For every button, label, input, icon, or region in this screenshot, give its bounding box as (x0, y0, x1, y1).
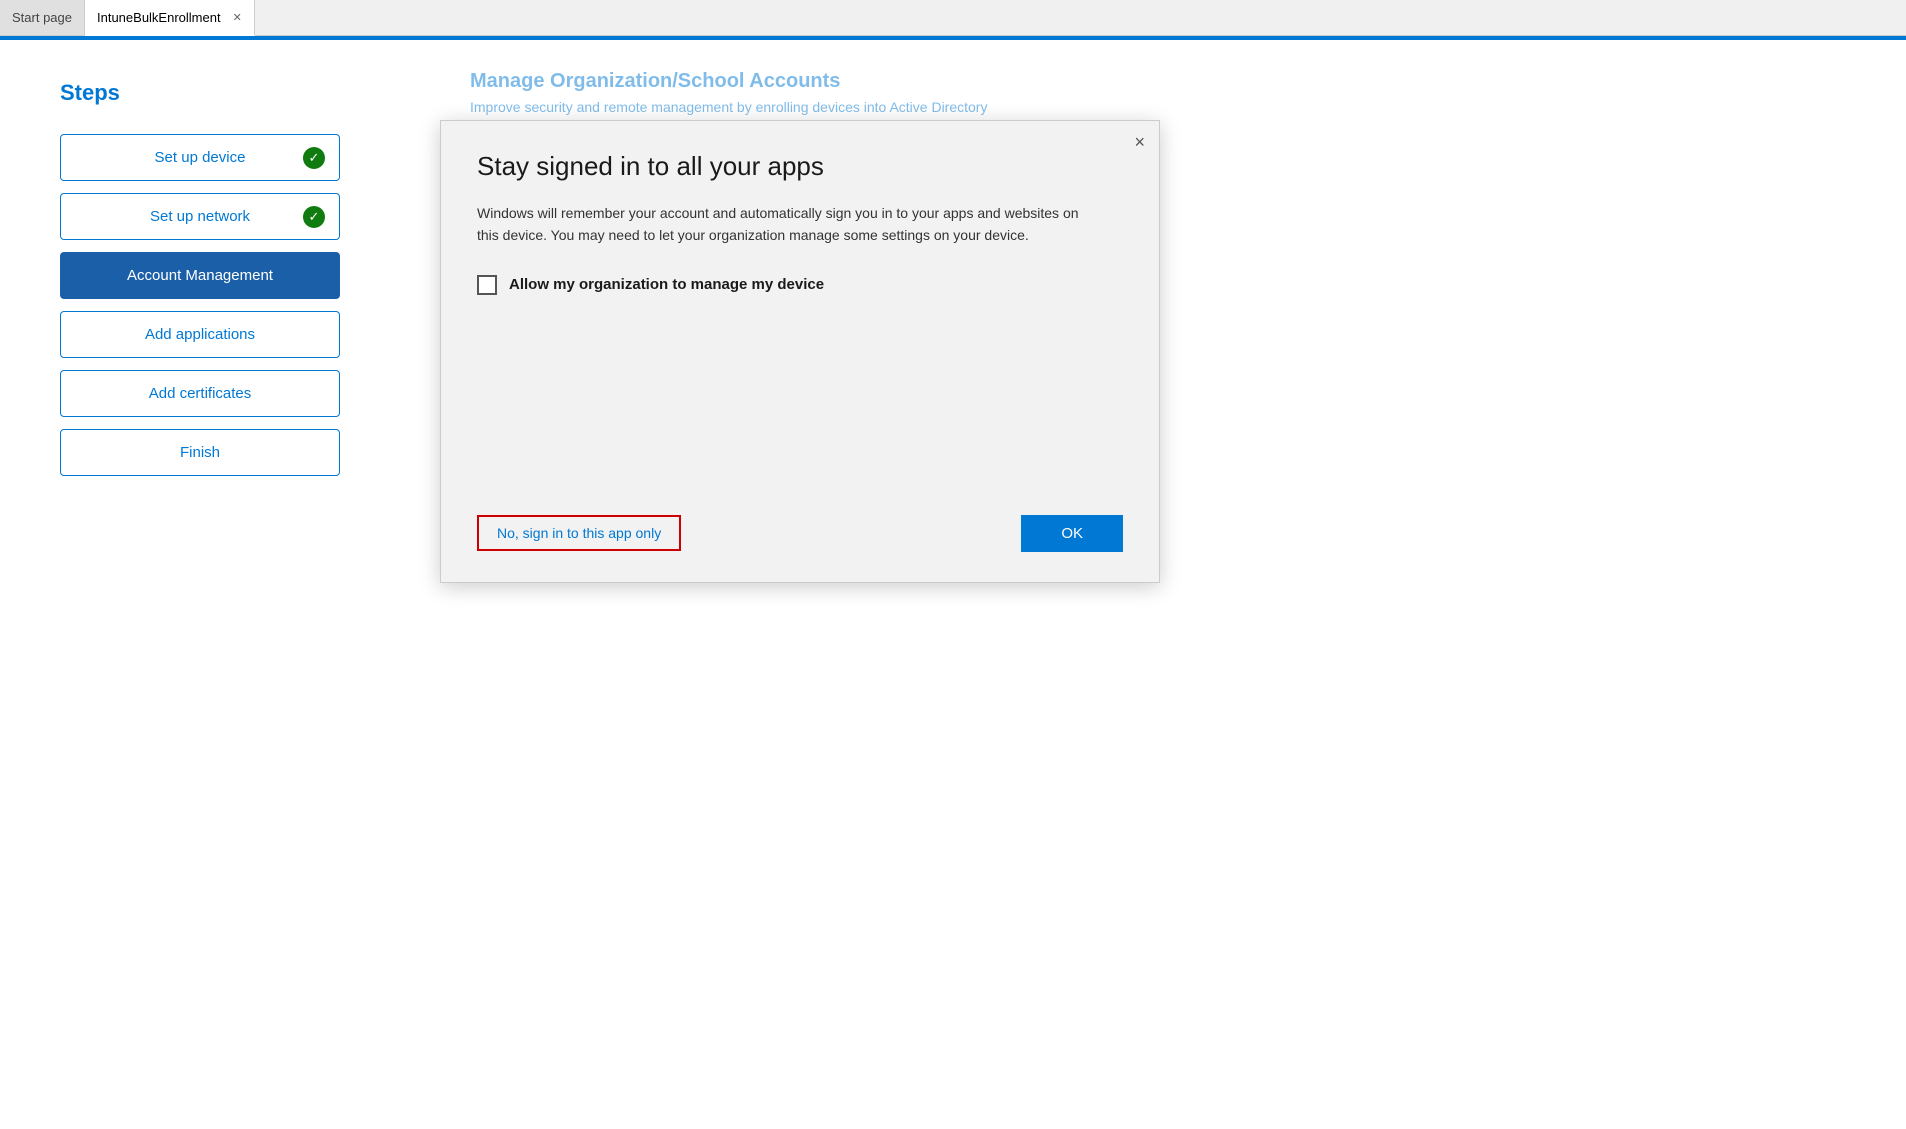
step-finish-label: Finish (180, 444, 220, 461)
tab-start-page[interactable]: Start page (0, 0, 85, 35)
title-bar: Start page IntuneBulkEnrollment ✕ (0, 0, 1906, 36)
checkbox-row: Allow my organization to manage my devic… (477, 275, 1123, 295)
step-account-management-label: Account Management (127, 267, 273, 284)
step-set-up-network-label: Set up network (150, 208, 250, 225)
ok-button[interactable]: OK (1021, 515, 1123, 552)
step-add-certificates-label: Add certificates (149, 385, 252, 402)
step-set-up-network[interactable]: Set up network ✓ (60, 193, 340, 240)
tab-close-icon[interactable]: ✕ (233, 11, 242, 24)
sidebar-title: Steps (60, 80, 370, 106)
manage-device-label: Allow my organization to manage my devic… (509, 276, 824, 293)
content-area: Manage Organization/School Accounts Impr… (430, 40, 1906, 1129)
modal-close-button[interactable]: × (1134, 133, 1145, 151)
tab-start-page-label: Start page (12, 10, 72, 25)
modal-footer: No, sign in to this app only OK (477, 515, 1123, 552)
step-add-applications-label: Add applications (145, 326, 255, 343)
manage-device-checkbox[interactable] (477, 275, 497, 295)
sign-in-app-only-button[interactable]: No, sign in to this app only (477, 515, 681, 551)
modal-close-icon: × (1134, 132, 1145, 152)
step-account-management[interactable]: Account Management (60, 252, 340, 299)
modal-dialog: × Stay signed in to all your apps Window… (440, 120, 1160, 583)
step-set-up-device[interactable]: Set up device ✓ (60, 134, 340, 181)
main-layout: Steps Set up device ✓ Set up network ✓ A… (0, 40, 1906, 1129)
modal-title: Stay signed in to all your apps (477, 151, 1123, 182)
ok-label: OK (1061, 525, 1083, 542)
tab-intune-label: IntuneBulkEnrollment (97, 10, 221, 25)
step-finish[interactable]: Finish (60, 429, 340, 476)
step-set-up-network-check: ✓ (303, 206, 325, 228)
modal-body-text: Windows will remember your account and a… (477, 202, 1097, 247)
step-add-certificates[interactable]: Add certificates (60, 370, 340, 417)
tab-intune[interactable]: IntuneBulkEnrollment ✕ (85, 0, 255, 36)
step-set-up-device-label: Set up device (155, 149, 246, 166)
sign-in-app-only-label: No, sign in to this app only (497, 525, 661, 541)
step-add-applications[interactable]: Add applications (60, 311, 340, 358)
step-set-up-device-check: ✓ (303, 147, 325, 169)
sidebar: Steps Set up device ✓ Set up network ✓ A… (0, 40, 430, 1129)
